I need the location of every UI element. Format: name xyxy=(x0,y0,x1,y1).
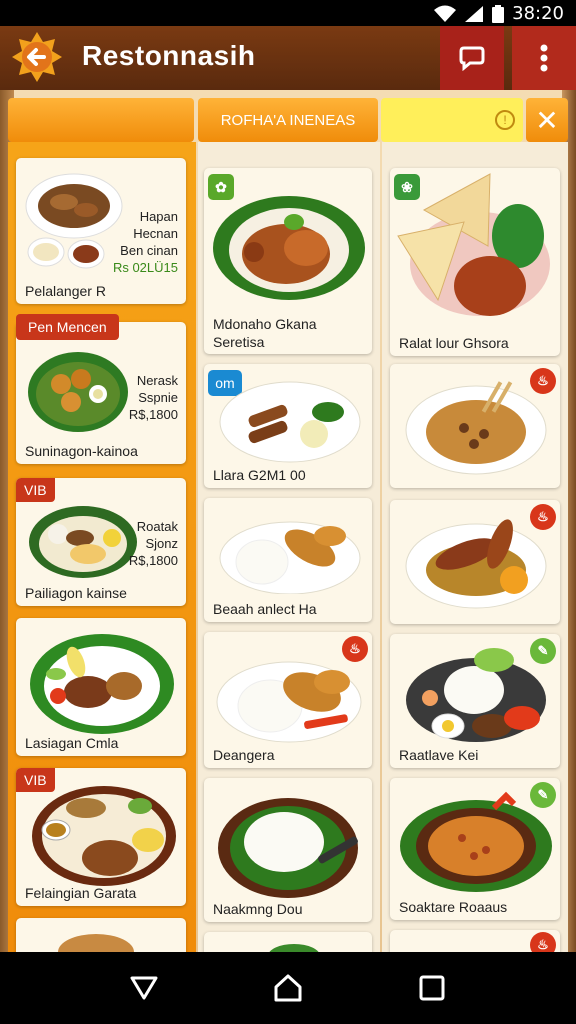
price-line: Hecnan xyxy=(133,226,178,241)
status-icons: 38:20 xyxy=(434,3,564,24)
food-image xyxy=(406,648,546,742)
app-title: Restonnasih xyxy=(82,40,256,71)
recents-button[interactable] xyxy=(412,970,452,1006)
dish-name: Mdonaho Gkana xyxy=(213,316,317,332)
menu-card[interactable]: ❀ Ralat lour Ghsora xyxy=(390,168,560,356)
menu-card[interactable]: VIB Roatak Sjonz R$,1800 Pailiagon kains… xyxy=(16,478,186,606)
vib-badge: VIB xyxy=(16,478,55,502)
menu-card[interactable]: ♨ xyxy=(390,364,560,488)
food-image xyxy=(213,196,365,300)
home-button[interactable] xyxy=(268,970,308,1006)
food-image xyxy=(32,786,176,886)
food-image xyxy=(405,519,547,609)
category-badge: Pen Mencen xyxy=(16,314,119,340)
food-image xyxy=(30,634,174,734)
food-image xyxy=(405,381,547,475)
signal-icon xyxy=(465,5,484,22)
food-image xyxy=(29,506,137,578)
status-time: 38:20 xyxy=(512,3,564,24)
navigation-bar xyxy=(0,952,576,1024)
price-info: Hapan Hecnan Ben cinan Rs 02LÜ15 xyxy=(113,208,178,276)
menu-card[interactable]: Hapan Hecnan Ben cinan Rs 02LÜ15 Pelalan… xyxy=(16,158,186,304)
recents-square-icon xyxy=(419,975,445,1001)
more-vertical-icon xyxy=(540,44,548,72)
dish-name: Pailiagon kainse xyxy=(25,585,127,601)
tab-category-left[interactable] xyxy=(8,98,194,142)
dish-name: Deangera xyxy=(213,747,275,763)
menu-column-middle: ✿ Mdonaho Gkana Seretisa om Llara G2M1 0… xyxy=(198,142,380,952)
menu-card[interactable]: Lasiagan Cmla xyxy=(16,618,186,756)
food-image xyxy=(218,798,358,898)
price-line: R$,1800 xyxy=(128,407,178,422)
price-info: Roatak Sjonz R$,1800 xyxy=(129,518,178,569)
close-button[interactable]: ✕ xyxy=(526,98,568,142)
food-image xyxy=(219,381,361,463)
dish-name: Felaingian Garata xyxy=(25,885,137,901)
dish-name: Lasiagan Cmla xyxy=(25,735,119,751)
food-image xyxy=(397,173,550,316)
app-bar: Restonnasih xyxy=(0,26,576,90)
menu-card[interactable]: ♨ xyxy=(390,500,560,624)
dish-name: Raatlave Kei xyxy=(399,747,479,763)
menu-card[interactable]: ♨ xyxy=(390,930,560,952)
back-triangle-icon xyxy=(130,976,158,1000)
dish-name: Soaktare Roaaus xyxy=(399,899,508,915)
search-icon: ! xyxy=(495,110,515,130)
status-bar: 38:20 xyxy=(0,0,576,26)
price-line: Ben cinan xyxy=(120,243,178,258)
menu-card[interactable]: Beaah anlect Ha xyxy=(204,498,372,622)
fire-icon: ♨ xyxy=(530,932,556,952)
food-image xyxy=(269,944,319,952)
price-line: Hapan xyxy=(139,209,178,224)
back-button[interactable] xyxy=(124,970,164,1006)
menu-card[interactable]: Nerask Sspnie R$,1800 Suninagon-kainoa xyxy=(16,322,186,464)
menu-card[interactable]: ✎ Raatlave Kei xyxy=(390,634,560,768)
menu-column-right: ❀ Ralat lour Ghsora ♨ ♨ ✎ Raatlave Kei ✎… xyxy=(382,142,568,952)
food-image xyxy=(216,661,362,743)
price-line: Roatak xyxy=(136,519,178,534)
menu-column-left: Hapan Hecnan Ben cinan Rs 02LÜ15 Pelalan… xyxy=(8,142,196,952)
food-image xyxy=(400,791,552,892)
price-line: R$,1800 xyxy=(128,553,178,568)
menu-card[interactable]: ✎ Soaktare Roaaus xyxy=(390,778,560,920)
dish-name: Pelalanger R xyxy=(25,283,106,299)
battery-icon xyxy=(492,4,505,23)
dish-name-line2: Seretisa xyxy=(213,334,265,350)
wifi-icon xyxy=(434,5,457,22)
dish-name: Ralat lour Ghsora xyxy=(399,335,509,351)
price-line: Rs 02LÜ15 xyxy=(112,260,178,275)
menu-card[interactable] xyxy=(204,932,372,952)
food-image xyxy=(28,352,128,432)
close-icon: ✕ xyxy=(535,104,559,136)
menu-card[interactable]: om Llara G2M1 00 xyxy=(204,364,372,488)
menu-card[interactable]: VIB Felaingian Garata xyxy=(16,768,186,906)
price-line: Nerask xyxy=(136,373,178,388)
menu-card[interactable]: ♨ Deangera xyxy=(204,632,372,768)
menu-card[interactable] xyxy=(16,918,186,952)
more-options-button[interactable] xyxy=(512,26,576,90)
price-line: Sspnie xyxy=(138,390,178,405)
tab-category-middle-label: ROFHA'A INENEAS xyxy=(220,111,356,129)
menu-content[interactable]: ROFHA'A INENEAS ! ✕ Hapan Hecnan Ben cin… xyxy=(0,90,576,952)
price-line: Sjonz xyxy=(145,536,178,551)
search-input[interactable]: ! xyxy=(381,98,523,142)
restaurant-logo-icon[interactable] xyxy=(10,30,64,84)
dish-name: Llara G2M1 00 xyxy=(213,467,306,483)
chat-icon xyxy=(459,46,485,71)
tab-category-middle[interactable]: ROFHA'A INENEAS xyxy=(198,98,378,142)
dish-name: Suninagon-kainoa xyxy=(25,443,138,459)
price-info: Nerask Sspnie R$,1800 xyxy=(129,372,178,423)
menu-card[interactable]: ✿ Mdonaho Gkana Seretisa xyxy=(204,168,372,354)
home-icon xyxy=(274,974,302,1002)
food-image xyxy=(58,934,134,952)
chat-button[interactable] xyxy=(440,26,504,90)
dish-name: Beaah anlect Ha xyxy=(213,601,317,617)
dish-name: Naakmng Dou xyxy=(213,901,303,917)
food-image xyxy=(219,521,361,594)
menu-card[interactable]: Naakmng Dou xyxy=(204,778,372,922)
